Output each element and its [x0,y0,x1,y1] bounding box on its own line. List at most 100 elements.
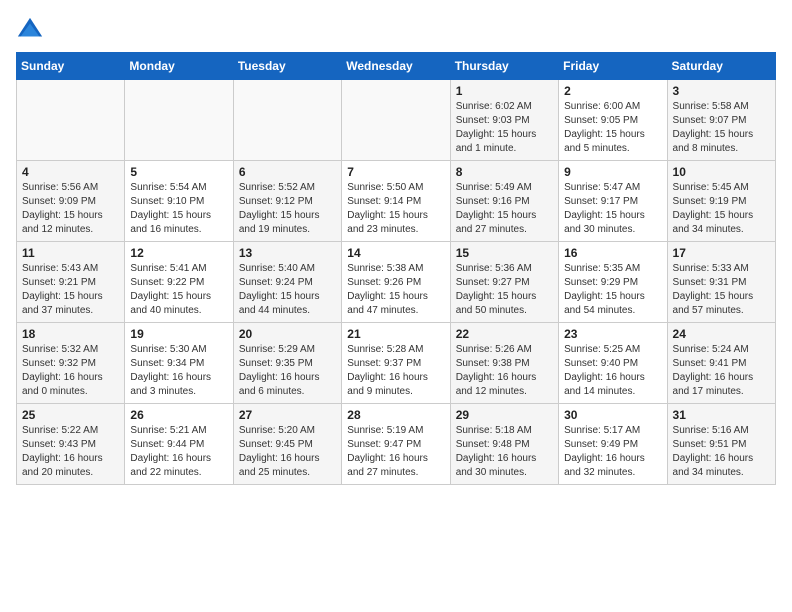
day-number: 1 [456,84,553,98]
weekday-header-thursday: Thursday [450,53,558,80]
day-number: 25 [22,408,119,422]
day-number: 30 [564,408,661,422]
cell-content: Sunrise: 5:19 AM Sunset: 9:47 PM Dayligh… [347,424,444,480]
calendar-header: SundayMondayTuesdayWednesdayThursdayFrid… [17,53,776,80]
calendar-cell: 25 Sunrise: 5:22 AM Sunset: 9:43 PM Dayli… [17,404,125,485]
calendar-cell: 28 Sunrise: 5:19 AM Sunset: 9:47 PM Dayli… [342,404,450,485]
calendar-cell: 23 Sunrise: 5:25 AM Sunset: 9:40 PM Dayli… [559,323,667,404]
calendar-cell: 14 Sunrise: 5:38 AM Sunset: 9:26 PM Dayli… [342,242,450,323]
calendar-cell: 4 Sunrise: 5:56 AM Sunset: 9:09 PM Daylig… [17,161,125,242]
calendar-cell: 19Sunrise: 5:30 AM Sunset: 9:34 PM Dayli… [125,323,233,404]
week-row-4: 18 Sunrise: 5:32 AM Sunset: 9:32 PM Dayli… [17,323,776,404]
day-number: 18 [22,327,119,341]
weekday-header-tuesday: Tuesday [233,53,341,80]
calendar-cell: 17 Sunrise: 5:33 AM Sunset: 9:31 PM Dayli… [667,242,775,323]
day-number: 13 [239,246,336,260]
day-number: 23 [564,327,661,341]
week-row-3: 11 Sunrise: 5:43 AM Sunset: 9:21 PM Dayli… [17,242,776,323]
cell-content: Sunrise: 5:33 AM Sunset: 9:31 PM Dayligh… [673,262,770,318]
day-number: 29 [456,408,553,422]
cell-content: Sunrise: 5:17 AM Sunset: 9:49 PM Dayligh… [564,424,661,480]
calendar-cell: 1 Sunrise: 6:02 AM Sunset: 9:03 PM Daylig… [450,80,558,161]
calendar-cell [233,80,341,161]
cell-content: Sunrise: 5:26 AM Sunset: 9:38 PM Dayligh… [456,343,553,399]
cell-content: Sunrise: 5:41 AM Sunset: 9:22 PM Dayligh… [130,262,227,318]
cell-content: Sunrise: 5:56 AM Sunset: 9:09 PM Dayligh… [22,181,119,237]
cell-content: Sunrise: 5:25 AM Sunset: 9:40 PM Dayligh… [564,343,661,399]
cell-content: Sunrise: 5:40 AM Sunset: 9:24 PM Dayligh… [239,262,336,318]
calendar-cell: 27 Sunrise: 5:20 AM Sunset: 9:45 PM Dayli… [233,404,341,485]
calendar-cell [17,80,125,161]
calendar-cell [125,80,233,161]
day-number: 21 [347,327,444,341]
cell-content: Sunrise: 5:47 AM Sunset: 9:17 PM Dayligh… [564,181,661,237]
day-number: 24 [673,327,770,341]
calendar-cell: 12 Sunrise: 5:41 AM Sunset: 9:22 PM Dayli… [125,242,233,323]
day-number: 9 [564,165,661,179]
day-number: 10 [673,165,770,179]
day-number: 14 [347,246,444,260]
cell-content: Sunrise: 5:43 AM Sunset: 9:21 PM Dayligh… [22,262,119,318]
weekday-row: SundayMondayTuesdayWednesdayThursdayFrid… [17,53,776,80]
cell-content: Sunrise: 5:36 AM Sunset: 9:27 PM Dayligh… [456,262,553,318]
calendar-cell: 24 Sunrise: 5:24 AM Sunset: 9:41 PM Dayli… [667,323,775,404]
day-number: 28 [347,408,444,422]
weekday-header-saturday: Saturday [667,53,775,80]
calendar-cell: 9 Sunrise: 5:47 AM Sunset: 9:17 PM Daylig… [559,161,667,242]
calendar-cell: 29Sunrise: 5:18 AM Sunset: 9:48 PM Dayli… [450,404,558,485]
cell-content: Sunrise: 5:50 AM Sunset: 9:14 PM Dayligh… [347,181,444,237]
day-number: 2 [564,84,661,98]
calendar-cell: 3 Sunrise: 5:58 AM Sunset: 9:07 PM Daylig… [667,80,775,161]
day-number: 20 [239,327,336,341]
cell-content: Sunrise: 5:54 AM Sunset: 9:10 PM Dayligh… [130,181,227,237]
weekday-header-friday: Friday [559,53,667,80]
calendar-cell: 6 Sunrise: 5:52 AM Sunset: 9:12 PM Daylig… [233,161,341,242]
cell-content: Sunrise: 6:02 AM Sunset: 9:03 PM Dayligh… [456,100,553,156]
calendar-cell: 15 Sunrise: 5:36 AM Sunset: 9:27 PM Dayli… [450,242,558,323]
page-header [16,16,776,44]
cell-content: Sunrise: 5:38 AM Sunset: 9:26 PM Dayligh… [347,262,444,318]
calendar-cell: 13 Sunrise: 5:40 AM Sunset: 9:24 PM Dayli… [233,242,341,323]
day-number: 17 [673,246,770,260]
day-number: 7 [347,165,444,179]
cell-content: Sunrise: 5:21 AM Sunset: 9:44 PM Dayligh… [130,424,227,480]
cell-content: Sunrise: 5:32 AM Sunset: 9:32 PM Dayligh… [22,343,119,399]
cell-content: Sunrise: 5:22 AM Sunset: 9:43 PM Dayligh… [22,424,119,480]
day-number: 12 [130,246,227,260]
cell-content: Sunrise: 5:29 AM Sunset: 9:35 PM Dayligh… [239,343,336,399]
calendar-cell: 20 Sunrise: 5:29 AM Sunset: 9:35 PM Dayli… [233,323,341,404]
day-number: 27 [239,408,336,422]
calendar-cell: 8 Sunrise: 5:49 AM Sunset: 9:16 PM Daylig… [450,161,558,242]
day-number: 8 [456,165,553,179]
cell-content: Sunrise: 5:45 AM Sunset: 9:19 PM Dayligh… [673,181,770,237]
calendar-cell: 26Sunrise: 5:21 AM Sunset: 9:44 PM Dayli… [125,404,233,485]
day-number: 31 [673,408,770,422]
day-number: 11 [22,246,119,260]
calendar-cell: 2Sunrise: 6:00 AM Sunset: 9:05 PM Daylig… [559,80,667,161]
calendar-cell: 5Sunrise: 5:54 AM Sunset: 9:10 PM Daylig… [125,161,233,242]
logo [16,16,48,44]
weekday-header-monday: Monday [125,53,233,80]
cell-content: Sunrise: 5:49 AM Sunset: 9:16 PM Dayligh… [456,181,553,237]
calendar-cell [342,80,450,161]
day-number: 6 [239,165,336,179]
day-number: 22 [456,327,553,341]
week-row-1: 1 Sunrise: 6:02 AM Sunset: 9:03 PM Daylig… [17,80,776,161]
week-row-5: 25 Sunrise: 5:22 AM Sunset: 9:43 PM Dayli… [17,404,776,485]
calendar-cell: 21 Sunrise: 5:28 AM Sunset: 9:37 PM Dayli… [342,323,450,404]
calendar-cell: 11 Sunrise: 5:43 AM Sunset: 9:21 PM Dayli… [17,242,125,323]
weekday-header-sunday: Sunday [17,53,125,80]
day-number: 15 [456,246,553,260]
day-number: 16 [564,246,661,260]
cell-content: Sunrise: 5:52 AM Sunset: 9:12 PM Dayligh… [239,181,336,237]
calendar-cell: 10 Sunrise: 5:45 AM Sunset: 9:19 PM Dayli… [667,161,775,242]
day-number: 3 [673,84,770,98]
cell-content: Sunrise: 5:24 AM Sunset: 9:41 PM Dayligh… [673,343,770,399]
cell-content: Sunrise: 5:28 AM Sunset: 9:37 PM Dayligh… [347,343,444,399]
cell-content: Sunrise: 5:35 AM Sunset: 9:29 PM Dayligh… [564,262,661,318]
calendar-body: 1 Sunrise: 6:02 AM Sunset: 9:03 PM Daylig… [17,80,776,485]
calendar-cell: 22 Sunrise: 5:26 AM Sunset: 9:38 PM Dayli… [450,323,558,404]
day-number: 4 [22,165,119,179]
cell-content: Sunrise: 5:58 AM Sunset: 9:07 PM Dayligh… [673,100,770,156]
cell-content: Sunrise: 5:20 AM Sunset: 9:45 PM Dayligh… [239,424,336,480]
